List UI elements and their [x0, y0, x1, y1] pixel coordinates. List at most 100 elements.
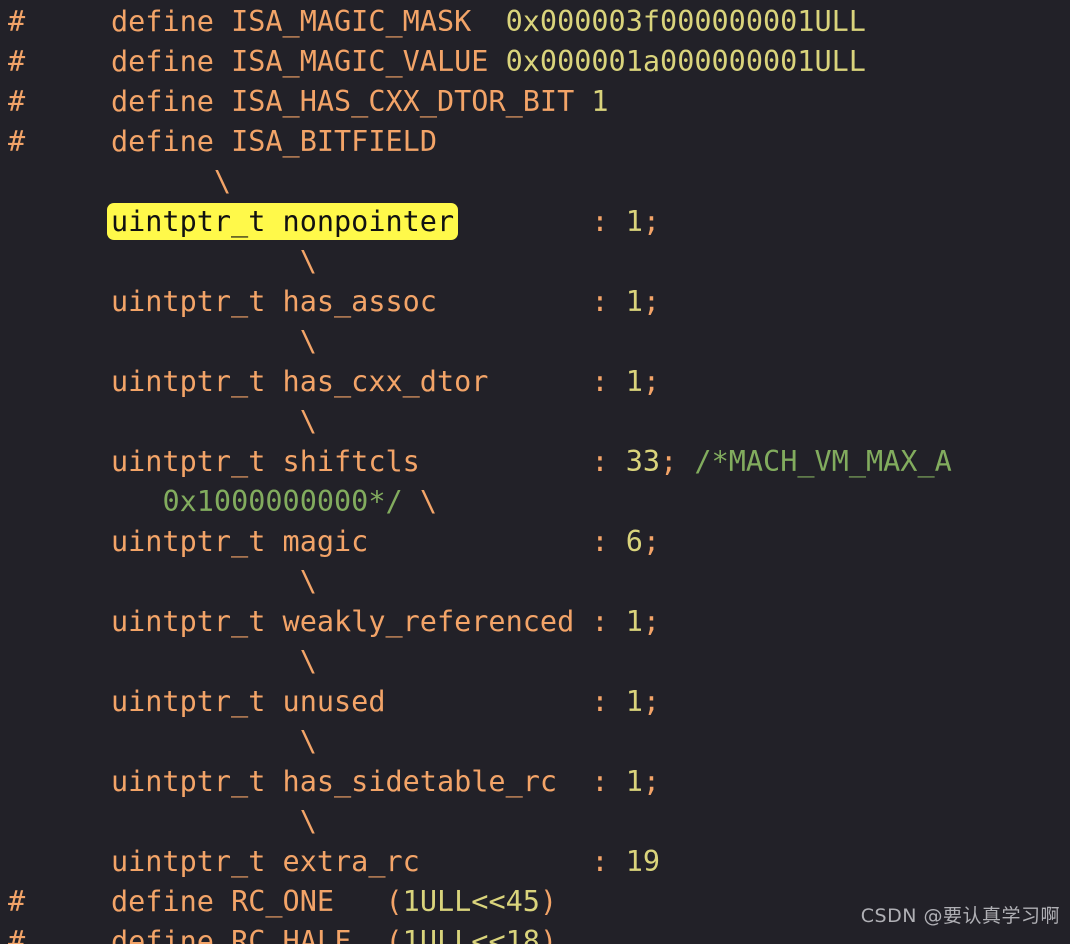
token-punc: ;: [642, 205, 661, 238]
token-num: 19: [625, 845, 661, 878]
token-num: 6: [625, 525, 643, 558]
code-line[interactable]: uintptr_t nonpointer : 1;: [0, 202, 1070, 242]
token-punc: (: [385, 885, 403, 918]
token-num: 1: [625, 285, 643, 318]
csdn-watermark: CSDN @要认真学习啊: [860, 905, 1060, 927]
code-line[interactable]: uintptr_t shiftcls : 33; /*MACH_VM_MAX_A: [0, 442, 1070, 482]
token-cont: \: [299, 325, 317, 358]
token-ident: [8, 565, 300, 598]
token-ident: [403, 485, 420, 518]
code-line[interactable]: 0x1000000000*/ \: [0, 482, 1070, 522]
code-line[interactable]: \: [0, 402, 1070, 442]
token-ident: [609, 525, 626, 558]
token-ident: define RC_ONE: [25, 885, 386, 918]
token-cont: \: [299, 405, 317, 438]
code-line[interactable]: uintptr_t unused : 1;: [0, 682, 1070, 722]
token-punc: :: [591, 605, 609, 638]
token-ident: [8, 405, 300, 438]
token-ident: [8, 325, 300, 358]
token-ident: define RC_HALF: [25, 925, 386, 944]
token-ident: define ISA_MAGIC_VALUE: [25, 45, 506, 78]
token-cont: \: [299, 565, 317, 598]
token-ident: [609, 365, 626, 398]
code-line[interactable]: uintptr_t magic : 6;: [0, 522, 1070, 562]
token-punc: ;: [660, 445, 678, 478]
token-punc: :: [591, 285, 609, 318]
token-punc: ;: [642, 285, 661, 318]
code-line[interactable]: # define ISA_MAGIC_VALUE 0x000001a000000…: [0, 42, 1070, 82]
token-ident: [677, 445, 694, 478]
code-line[interactable]: \: [0, 162, 1070, 202]
token-comment: 0x1000000000*/: [162, 485, 403, 518]
code-line[interactable]: uintptr_t has_sidetable_rc : 1;: [0, 762, 1070, 802]
token-ident: [609, 765, 626, 798]
token-ident: uintptr_t unused: [8, 685, 592, 718]
token-ident: [609, 445, 626, 478]
token-punc: :: [591, 845, 609, 878]
token-num: 1: [625, 365, 643, 398]
token-punc: :: [591, 765, 609, 798]
token-pre: #: [8, 45, 26, 78]
code-line[interactable]: \: [0, 562, 1070, 602]
token-num: 1ULL<<45: [402, 885, 540, 918]
code-line[interactable]: uintptr_t extra_rc : 19: [0, 842, 1070, 882]
token-num: 33: [625, 445, 661, 478]
token-ident: [8, 205, 111, 238]
token-num: 1: [591, 85, 609, 118]
token-ident: [8, 805, 300, 838]
token-punc: ): [539, 925, 558, 944]
token-pre: #: [8, 925, 26, 944]
token-ident: [454, 205, 591, 238]
code-viewer[interactable]: # define ISA_MAGIC_MASK 0x000003f0000000…: [0, 0, 1070, 944]
token-num: 1: [625, 765, 643, 798]
code-line[interactable]: # define ISA_BITFIELD: [0, 122, 1070, 162]
token-ident: [8, 645, 300, 678]
code-line[interactable]: \: [0, 322, 1070, 362]
token-ident: uintptr_t shiftcls: [8, 445, 592, 478]
token-num: 1: [625, 685, 643, 718]
token-ident: uintptr_t extra_rc: [8, 845, 592, 878]
token-pre: #: [8, 885, 26, 918]
token-punc: :: [591, 205, 609, 238]
code-line[interactable]: \: [0, 722, 1070, 762]
token-ident: [609, 605, 626, 638]
token-punc: ;: [642, 765, 661, 798]
token-cont: \: [299, 805, 317, 838]
code-line[interactable]: \: [0, 802, 1070, 842]
token-num: 0x000003f000000001ULL: [505, 5, 866, 38]
token-num: 1ULL<<18: [402, 925, 540, 944]
token-cont: \: [213, 165, 232, 198]
code-line-list: # define ISA_MAGIC_MASK 0x000003f0000000…: [0, 2, 1070, 944]
token-comment: /*MACH_VM_MAX_A: [694, 445, 952, 478]
token-ident: [8, 725, 300, 758]
token-punc: (: [385, 925, 403, 944]
token-ident: uintptr_t weakly_referenced: [8, 605, 592, 638]
token-pre: #: [8, 85, 26, 118]
code-line[interactable]: # define ISA_HAS_CXX_DTOR_BIT 1: [0, 82, 1070, 122]
token-punc: ;: [642, 605, 661, 638]
code-line[interactable]: \: [0, 242, 1070, 282]
token-punc: ;: [642, 525, 661, 558]
token-pre: #: [8, 5, 26, 38]
code-line[interactable]: # define ISA_MAGIC_MASK 0x000003f0000000…: [0, 2, 1070, 42]
token-ident: [609, 685, 626, 718]
token-punc: :: [591, 445, 609, 478]
token-ident: [609, 205, 626, 238]
code-line[interactable]: \: [0, 642, 1070, 682]
token-punc: ;: [642, 365, 661, 398]
token-punc: ;: [642, 685, 661, 718]
token-punc: :: [591, 365, 609, 398]
token-ident: define ISA_BITFIELD: [25, 125, 437, 158]
token-cont: \: [299, 725, 317, 758]
token-ident: uintptr_t has_cxx_dtor: [8, 365, 592, 398]
token-ident: uintptr_t has_assoc: [8, 285, 592, 318]
code-line[interactable]: uintptr_t has_cxx_dtor : 1;: [0, 362, 1070, 402]
token-ident: define ISA_HAS_CXX_DTOR_BIT: [25, 85, 592, 118]
code-line[interactable]: uintptr_t weakly_referenced : 1;: [0, 602, 1070, 642]
token-num: 1: [625, 205, 643, 238]
token-cont: \: [299, 645, 317, 678]
code-line[interactable]: uintptr_t has_assoc : 1;: [0, 282, 1070, 322]
token-pre: #: [8, 125, 26, 158]
token-ident: [8, 245, 300, 278]
token-cont: \: [419, 485, 437, 518]
